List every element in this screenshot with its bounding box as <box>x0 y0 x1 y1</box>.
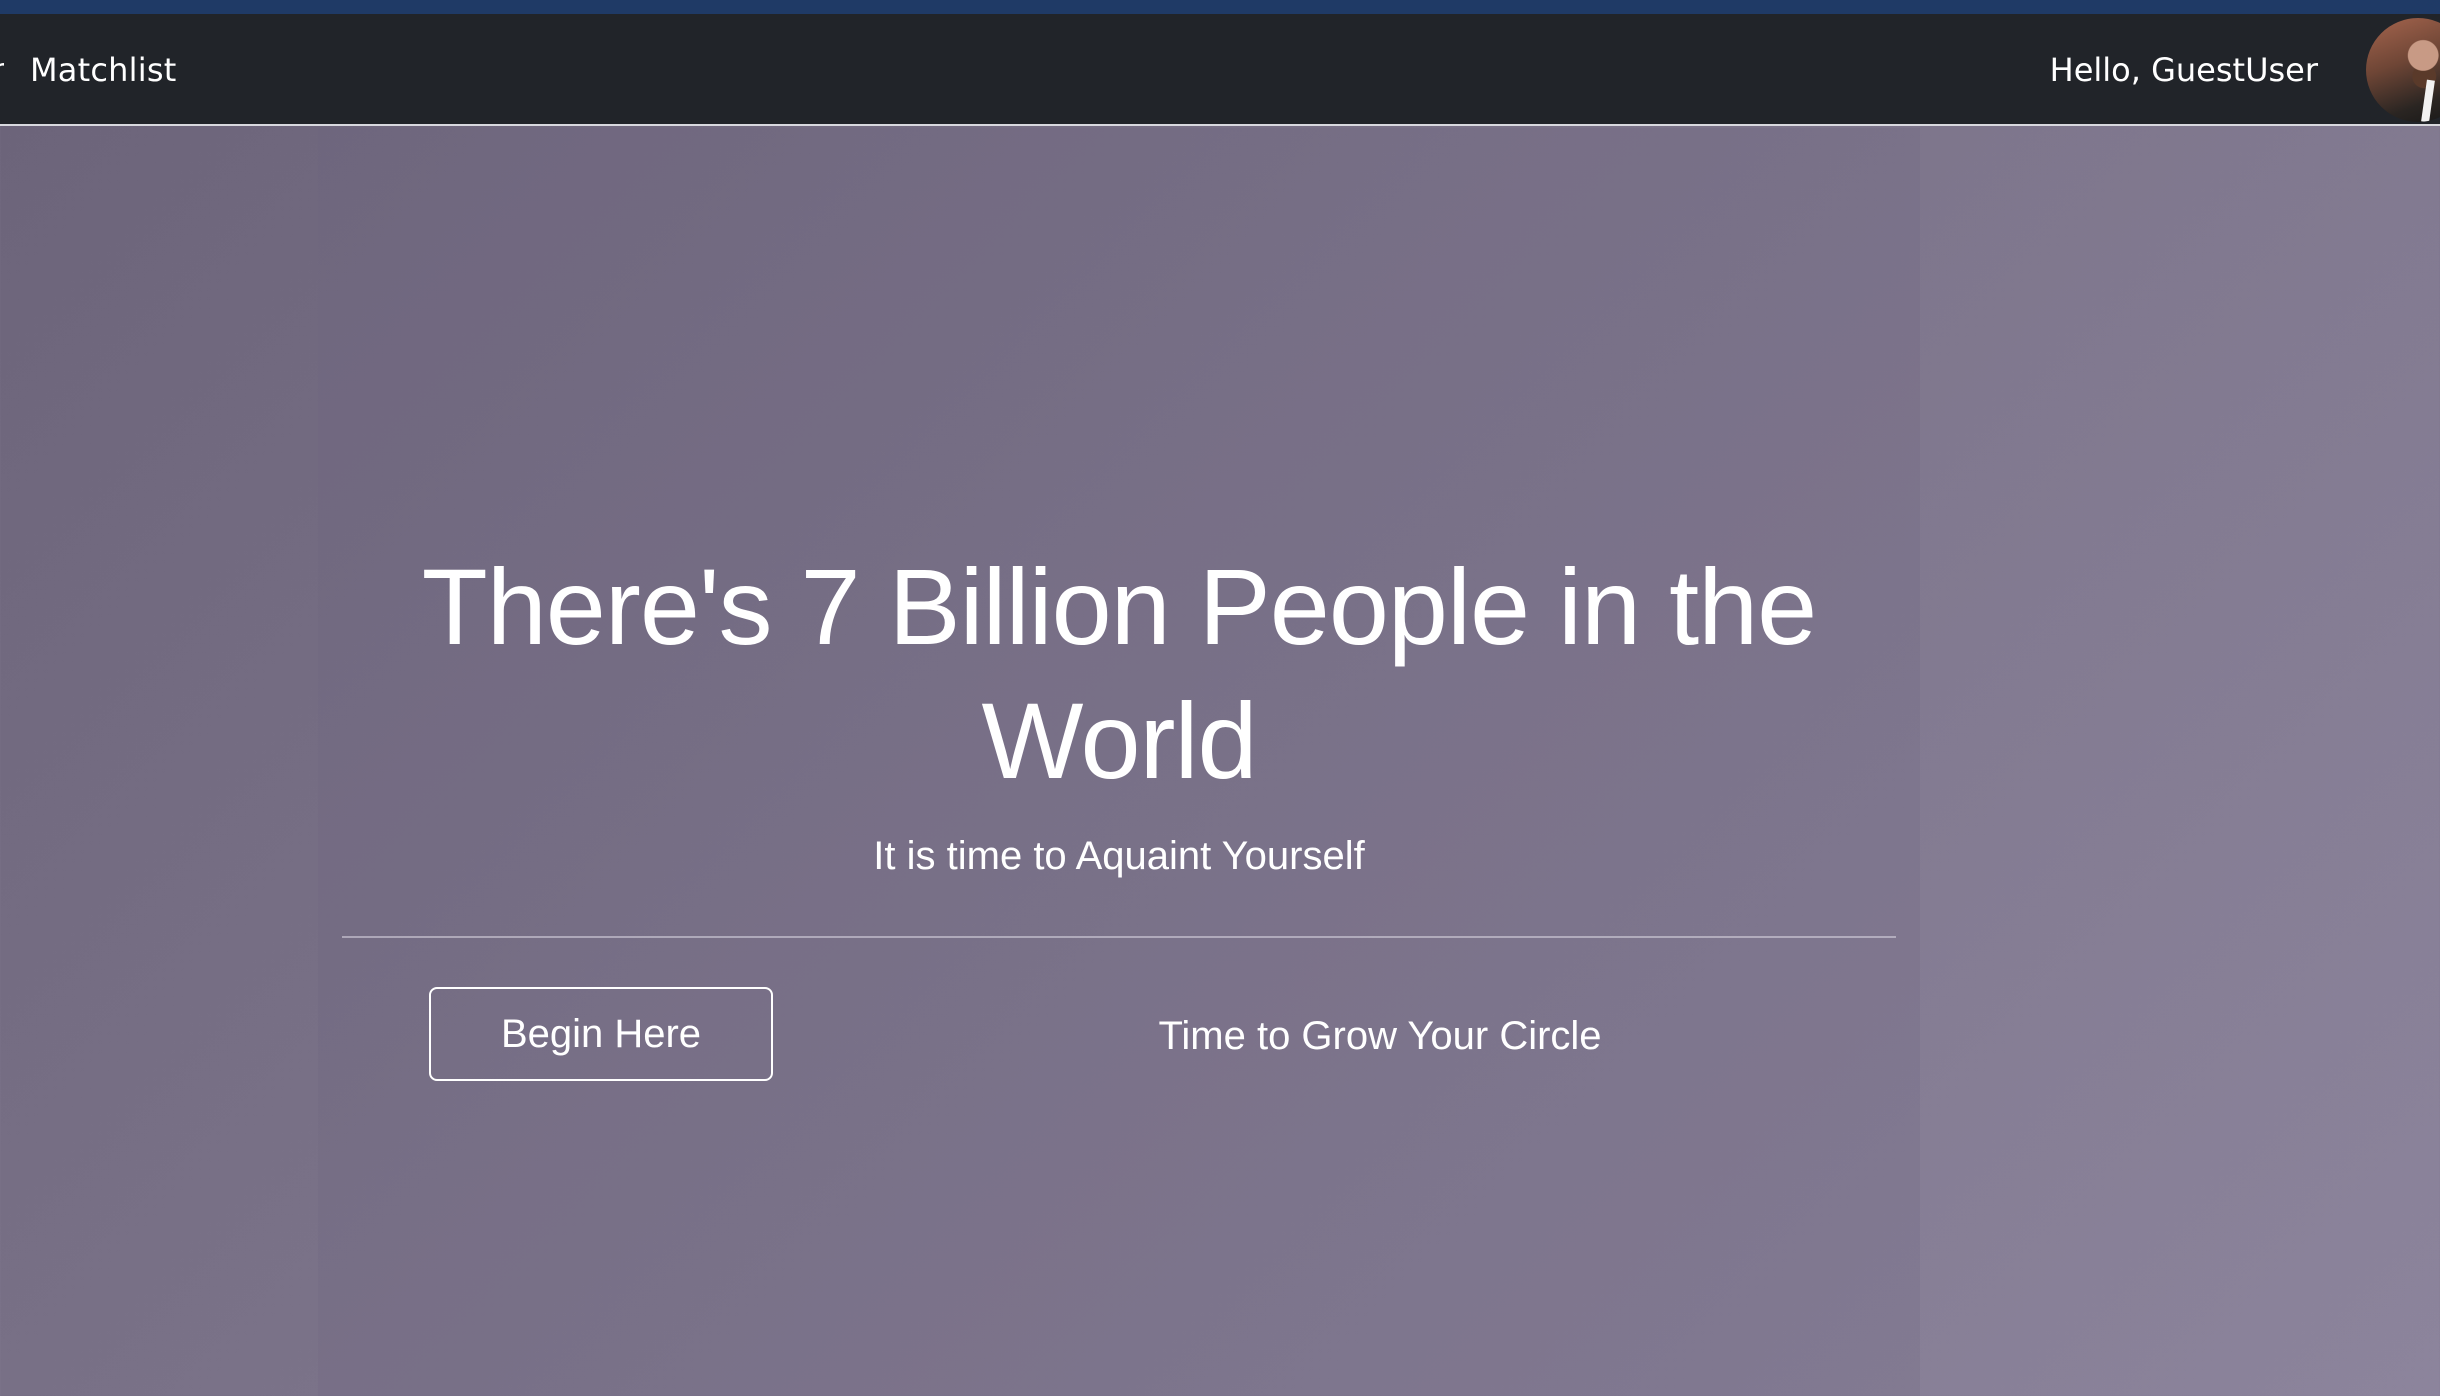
hero-tagline: Time to Grow Your Circle <box>1158 1014 1602 1058</box>
nav-item-partial[interactable]: n <box>0 51 4 89</box>
browser-top-strip <box>0 0 2440 14</box>
hero-subtitle: It is time to Aquaint Yourself <box>873 834 1365 878</box>
hero-title: There's 7 Billion People in the World <box>421 546 1817 801</box>
top-navbar: n Matchlist Hello, GuestUser <box>0 14 2440 126</box>
user-avatar-icon[interactable] <box>2366 18 2440 122</box>
user-greeting[interactable]: Hello, GuestUser <box>2050 51 2318 89</box>
nav-right-group: Hello, GuestUser <box>2050 14 2440 126</box>
hero-divider <box>342 936 1896 938</box>
nav-item-matchlist[interactable]: Matchlist <box>30 51 176 89</box>
nav-left-group: n Matchlist <box>0 14 176 126</box>
begin-here-button[interactable]: Begin Here <box>429 987 773 1081</box>
